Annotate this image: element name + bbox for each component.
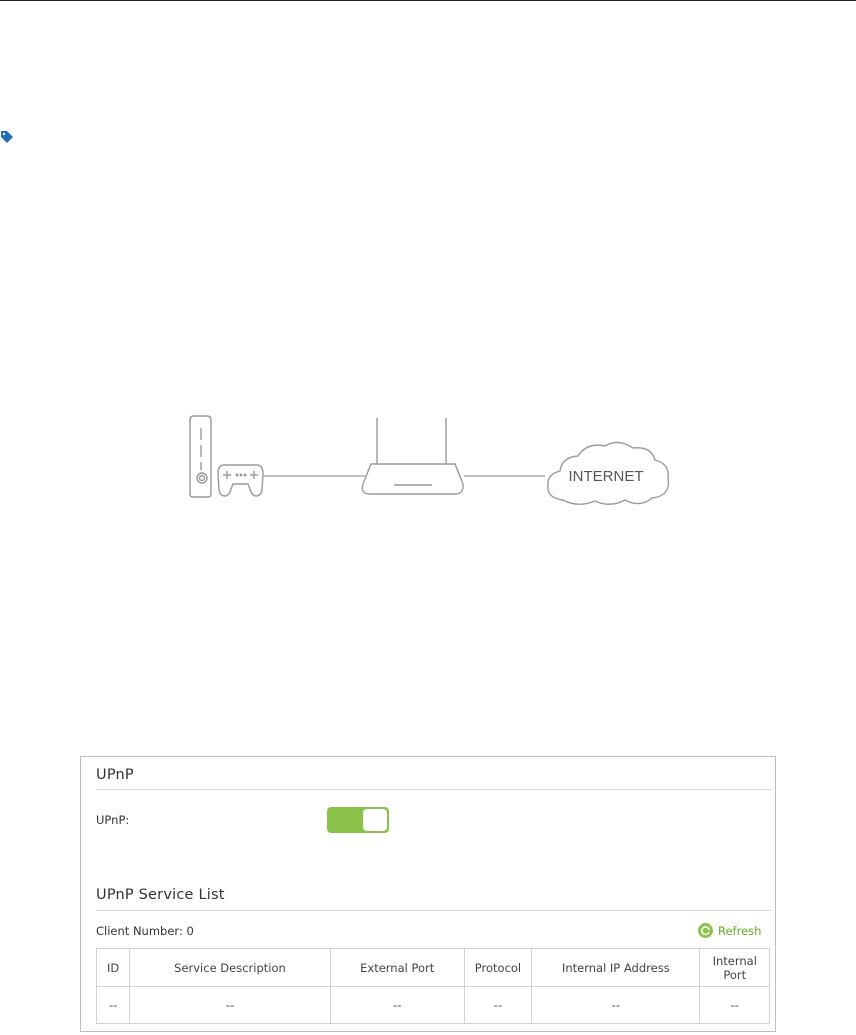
- network-diagram: INTERNET: [189, 415, 670, 505]
- table-cell: --: [531, 986, 701, 1024]
- top-rule: [0, 0, 856, 1]
- upnp-section-title: UPnP: [96, 767, 134, 783]
- tag-icon: [1, 131, 13, 143]
- column-header-external-port: External Port: [329, 948, 465, 987]
- table-cell: --: [463, 986, 533, 1024]
- table-row: -- -- -- -- -- --: [95, 986, 770, 1024]
- refresh-button[interactable]: Refresh: [698, 923, 761, 938]
- client-number-label: Client Number: 0: [96, 924, 194, 938]
- table-cell: --: [699, 986, 770, 1024]
- column-header-service-description: Service Description: [129, 948, 331, 987]
- refresh-icon: [698, 923, 713, 938]
- cloud-label: INTERNET: [569, 468, 644, 485]
- column-header-internal-ip: Internal IP Address: [531, 948, 701, 987]
- table-cell: --: [129, 986, 331, 1024]
- gamepad-icon: [217, 464, 264, 497]
- table-cell: --: [329, 986, 465, 1024]
- upnp-label: UPnP:: [96, 813, 130, 827]
- table-header-row: ID Service Description External Port Pro…: [95, 948, 770, 987]
- upnp-toggle[interactable]: [327, 807, 389, 833]
- column-header-protocol: Protocol: [463, 948, 533, 987]
- toggle-knob: [363, 809, 387, 831]
- upnp-panel: UPnP UPnP: UPnP Service List Client Numb…: [80, 756, 776, 1032]
- router-icon: [361, 418, 464, 495]
- upnp-service-table: ID Service Description External Port Pro…: [95, 948, 770, 1024]
- internet-cloud-icon: INTERNET: [547, 441, 670, 505]
- column-header-id: ID: [95, 948, 131, 987]
- service-list-title: UPnP Service List: [96, 887, 225, 903]
- section-divider: [96, 789, 771, 790]
- column-header-internal-port: Internal Port: [699, 948, 770, 987]
- section-divider: [96, 910, 771, 911]
- game-console-icon: [189, 415, 212, 498]
- refresh-label: Refresh: [718, 923, 762, 938]
- table-cell: --: [95, 986, 131, 1024]
